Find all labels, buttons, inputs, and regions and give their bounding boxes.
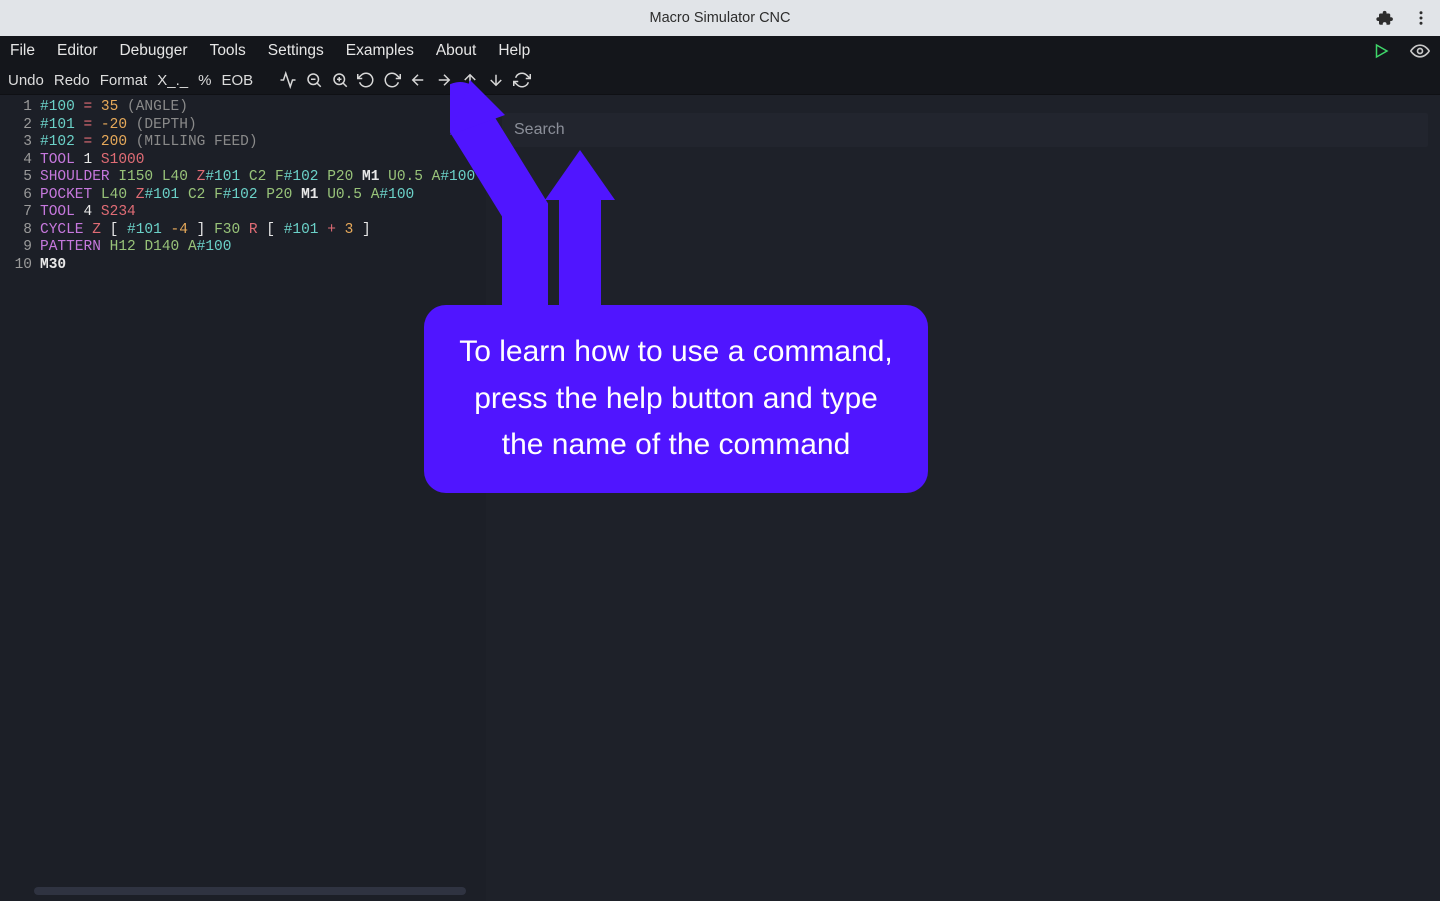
- activity-icon[interactable]: [279, 71, 297, 89]
- annotation-arrow-2: [540, 150, 620, 315]
- search-input[interactable]: [512, 120, 1418, 140]
- redo-button[interactable]: Redo: [54, 72, 90, 89]
- app-title: Macro Simulator CNC: [650, 10, 791, 26]
- line-gutter: 12345678910: [0, 99, 40, 274]
- arrow-left-icon[interactable]: [409, 71, 427, 89]
- zoom-out-icon[interactable]: [305, 71, 323, 89]
- toolbar: Undo Redo Format X_._ % EOB: [0, 66, 1440, 95]
- menu-settings[interactable]: Settings: [268, 42, 324, 60]
- format-button[interactable]: Format: [100, 72, 148, 89]
- menu-debugger[interactable]: Debugger: [119, 42, 187, 60]
- run-icon[interactable]: [1372, 42, 1390, 60]
- callout-text: To learn how to use a command, press the…: [459, 335, 893, 461]
- help-panel: [486, 95, 1440, 901]
- menu-examples[interactable]: Examples: [346, 42, 414, 60]
- undo-button[interactable]: Undo: [8, 72, 44, 89]
- eob-button[interactable]: EOB: [221, 72, 253, 89]
- code-content[interactable]: #100 = 35 (ANGLE)#101 = -20 (DEPTH)#102 …: [40, 99, 475, 274]
- help-callout: To learn how to use a command, press the…: [424, 305, 928, 493]
- zoom-in-icon[interactable]: [331, 71, 349, 89]
- menu-editor[interactable]: Editor: [57, 42, 98, 60]
- titlebar: Macro Simulator CNC: [0, 0, 1440, 36]
- xdot-button[interactable]: X_._: [157, 72, 188, 89]
- code-editor[interactable]: 12345678910 #100 = 35 (ANGLE)#101 = -20 …: [0, 95, 486, 901]
- rotate-ccw-icon[interactable]: [357, 71, 375, 89]
- kebab-menu-icon[interactable]: [1412, 9, 1430, 27]
- menu-about[interactable]: About: [436, 42, 477, 60]
- menu-help[interactable]: Help: [498, 42, 530, 60]
- menu-tools[interactable]: Tools: [210, 42, 246, 60]
- visibility-icon[interactable]: [1410, 41, 1430, 61]
- menu-file[interactable]: File: [10, 42, 35, 60]
- horizontal-scrollbar[interactable]: [34, 887, 466, 895]
- menubar: File Editor Debugger Tools Settings Exam…: [0, 36, 1440, 66]
- extension-icon[interactable]: [1376, 9, 1394, 27]
- search-field[interactable]: [502, 113, 1428, 147]
- workspace: 12345678910 #100 = 35 (ANGLE)#101 = -20 …: [0, 95, 1440, 901]
- rotate-cw-icon[interactable]: [383, 71, 401, 89]
- percent-button[interactable]: %: [198, 72, 211, 89]
